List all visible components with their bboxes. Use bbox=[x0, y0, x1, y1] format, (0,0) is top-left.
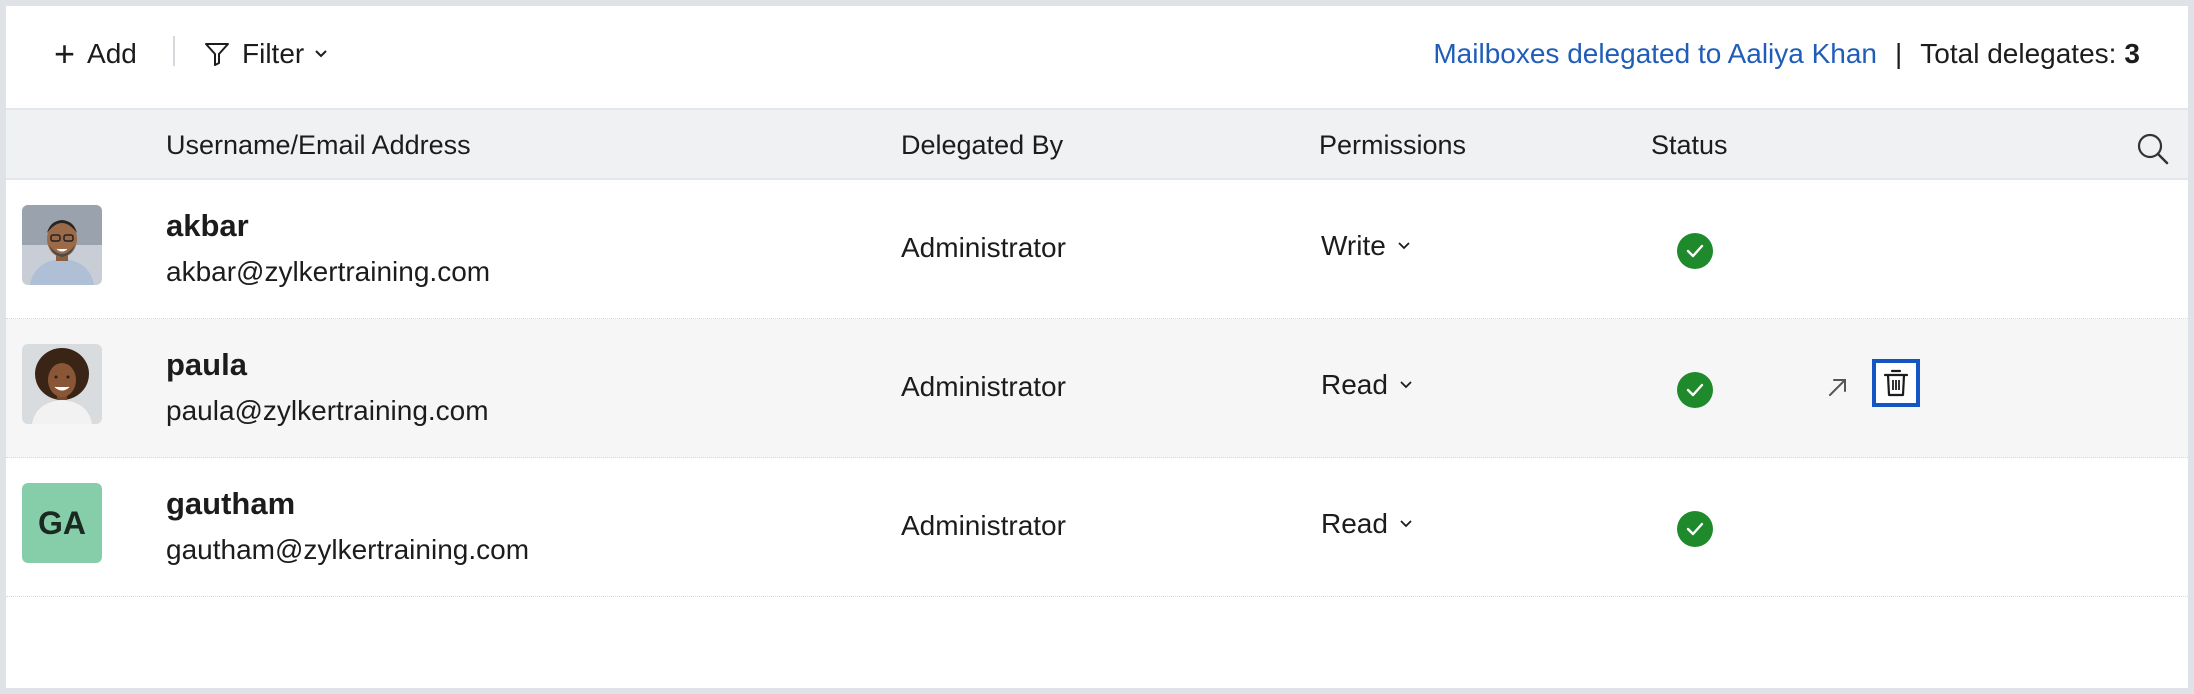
mailboxes-delegated-link[interactable]: Mailboxes delegated to Aaliya Khan bbox=[1433, 38, 1877, 70]
add-label: Add bbox=[87, 38, 137, 69]
column-header-delegated-by: Delegated By bbox=[901, 130, 1064, 160]
filter-button[interactable]: Filter bbox=[204, 34, 340, 74]
check-circle-icon bbox=[1677, 511, 1713, 547]
table-header: Username/Email Address Delegated By Perm… bbox=[6, 110, 2188, 180]
permission-value: Read bbox=[1321, 508, 1388, 539]
avatar bbox=[22, 205, 102, 285]
total-delegates-count: 3 bbox=[2124, 38, 2140, 69]
table-row[interactable]: GA gautham gautham@zylkertraining.com Ad… bbox=[6, 458, 2188, 597]
permission-value: Write bbox=[1321, 230, 1386, 261]
avatar-initials: GA bbox=[38, 504, 86, 541]
delegated-by: Administrator bbox=[901, 510, 1066, 541]
search-icon[interactable] bbox=[2136, 132, 2170, 173]
filter-label: Filter bbox=[242, 38, 305, 69]
avatar bbox=[22, 344, 102, 424]
check-circle-icon bbox=[1677, 372, 1713, 408]
check-circle-icon bbox=[1677, 233, 1713, 269]
total-delegates-label: Total delegates: bbox=[1920, 38, 2117, 69]
chevron-down-icon bbox=[1400, 381, 1412, 389]
email-address: gautham@zylkertraining.com bbox=[166, 534, 530, 565]
permission-dropdown[interactable]: Write bbox=[1321, 230, 1410, 262]
trash-icon bbox=[1883, 369, 1909, 397]
delegation-panel: + Add Filter Mailboxes delegated to Aali… bbox=[6, 6, 2188, 688]
column-header-permissions: Permissions bbox=[1319, 130, 1467, 160]
arrow-up-right-icon[interactable] bbox=[1824, 373, 1852, 406]
delegated-by: Administrator bbox=[901, 232, 1066, 263]
avatar: GA bbox=[22, 483, 102, 563]
email-address: paula@zylkertraining.com bbox=[166, 395, 489, 426]
summary-separator: | bbox=[1895, 38, 1903, 69]
plus-icon: + bbox=[54, 33, 76, 74]
email-address: akbar@zylkertraining.com bbox=[166, 256, 491, 287]
username: akbar bbox=[166, 208, 249, 243]
delete-button[interactable] bbox=[1872, 359, 1920, 407]
funnel-icon bbox=[205, 43, 229, 66]
toolbar-divider bbox=[173, 36, 175, 66]
toolbar-summary: Mailboxes delegated to Aaliya Khan | Tot… bbox=[1433, 34, 2140, 74]
chevron-down-icon bbox=[1398, 242, 1410, 250]
username: gautham bbox=[166, 486, 296, 521]
permission-dropdown[interactable]: Read bbox=[1321, 369, 1412, 401]
table-row[interactable]: akbar akbar@zylkertraining.com Administr… bbox=[6, 180, 2188, 319]
username: paula bbox=[166, 347, 247, 382]
toolbar: + Add Filter Mailboxes delegated to Aali… bbox=[6, 6, 2188, 110]
permission-value: Read bbox=[1321, 369, 1388, 400]
add-button[interactable]: + Add bbox=[54, 34, 137, 74]
column-header-status: Status bbox=[1651, 130, 1728, 160]
chevron-down-icon bbox=[315, 50, 327, 58]
chevron-down-icon bbox=[1400, 520, 1412, 528]
delegated-by: Administrator bbox=[901, 371, 1066, 402]
column-header-username: Username/Email Address bbox=[166, 130, 471, 160]
table-row[interactable]: paula paula@zylkertraining.com Administr… bbox=[6, 319, 2188, 458]
permission-dropdown[interactable]: Read bbox=[1321, 508, 1412, 540]
